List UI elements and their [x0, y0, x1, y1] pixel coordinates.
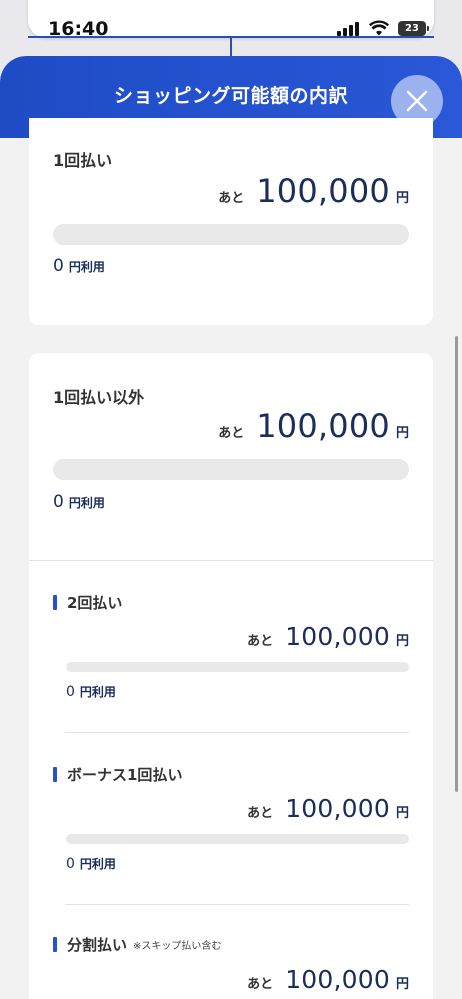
breakdown-usage: 0 円利用	[66, 683, 116, 700]
remaining-amount: 100,000	[285, 965, 390, 994]
remaining-prefix: あと	[247, 634, 274, 649]
breakdown-title: ボーナス1回払い	[67, 766, 183, 784]
breakdown-remaining: あと 100,000 円	[247, 965, 409, 994]
used-amount: 0	[53, 492, 64, 512]
screen: 16:40 23 ショッピング可能額の内訳 1回払い あと 100,000 円 …	[0, 0, 462, 999]
breakdown-label: 分割払い ※スキップ払い含む	[53, 934, 221, 955]
currency-label: 円	[395, 634, 409, 649]
breakdown-label: ボーナス1回払い	[53, 764, 182, 785]
remaining-prefix: あと	[218, 191, 245, 206]
currency-label: 円	[395, 806, 409, 821]
status-time: 16:40	[48, 18, 109, 40]
breakdown-divider	[65, 904, 409, 905]
remaining-prefix: あと	[247, 806, 274, 821]
breakdown-remaining: あと 100,000 円	[247, 622, 409, 651]
used-suffix: 円利用	[79, 857, 116, 871]
used-amount: 0	[66, 856, 75, 872]
breakdown-title: 分割払い	[67, 936, 128, 954]
section-divider	[29, 560, 433, 561]
remaining-amount: 100,000	[256, 407, 390, 445]
battery-icon: 23	[398, 21, 429, 36]
breakdown-note: ※スキップ払い含む	[133, 941, 222, 952]
lump-sum-remaining: あと 100,000 円	[218, 172, 409, 210]
breakdown-usage-bar	[66, 662, 409, 672]
other-payments-label: 1回払い以外	[53, 388, 145, 407]
other-payments-remaining: あと 100,000 円	[218, 407, 409, 445]
breakdown-sheet: ショッピング可能額の内訳 1回払い あと 100,000 円 0 円利用 1回払…	[0, 56, 462, 999]
remaining-amount: 100,000	[285, 622, 390, 651]
remaining-amount: 100,000	[285, 794, 390, 823]
currency-label: 円	[395, 426, 409, 441]
sheet-content[interactable]: 1回払い あと 100,000 円 0 円利用 1回払い以外 あと 100,00…	[0, 118, 462, 999]
remaining-prefix: あと	[218, 426, 245, 441]
lump-sum-usage-bar	[53, 224, 409, 245]
breakdown-usage-bar	[66, 834, 409, 844]
scrollbar[interactable]	[455, 336, 458, 792]
other-payments-usage-bar	[53, 459, 409, 480]
used-suffix: 円利用	[68, 260, 105, 274]
breakdown-title: 2回払い	[67, 594, 123, 612]
accent-marker	[53, 937, 57, 952]
currency-label: 円	[395, 977, 409, 992]
used-suffix: 円利用	[79, 685, 116, 699]
remaining-prefix: あと	[247, 977, 274, 992]
remaining-amount: 100,000	[256, 172, 390, 210]
breakdown-divider	[65, 732, 409, 733]
other-payments-usage: 0 円利用	[53, 492, 105, 512]
accent-marker	[53, 767, 57, 782]
lump-sum-usage: 0 円利用	[53, 256, 105, 276]
currency-label: 円	[395, 191, 409, 206]
breakdown-usage: 0 円利用	[66, 855, 116, 872]
sheet-title: ショッピング可能額の内訳	[113, 84, 348, 107]
breakdown-remaining: あと 100,000 円	[247, 794, 409, 823]
accent-marker	[53, 595, 57, 610]
used-amount: 0	[53, 256, 64, 276]
battery-level: 23	[405, 23, 419, 34]
breakdown-label: 2回払い	[53, 592, 122, 613]
used-suffix: 円利用	[68, 496, 105, 510]
status-bar: 16:40 23	[0, 0, 462, 58]
wifi-icon	[369, 20, 389, 36]
lump-sum-card: 1回払い あと 100,000 円 0 円利用	[29, 118, 433, 325]
cellular-signal-icon	[337, 22, 361, 36]
close-icon	[406, 90, 428, 112]
lump-sum-label: 1回払い	[53, 151, 113, 170]
used-amount: 0	[66, 684, 75, 700]
other-payments-card: 1回払い以外 あと 100,000 円 0 円利用 2回払い あと 100,00…	[29, 353, 433, 999]
